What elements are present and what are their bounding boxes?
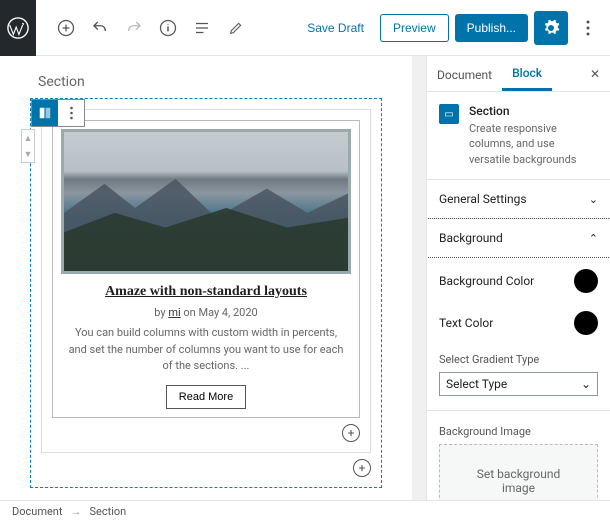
block-mover[interactable]: ▲ ▼ [21, 129, 35, 163]
plus-circle-icon: + [342, 424, 360, 442]
read-more-button[interactable]: Read More [166, 385, 246, 409]
post-card: Amaze with non-standard layouts by mi on… [52, 120, 360, 418]
block-toolbar [31, 99, 85, 127]
more-menu-button[interactable] [574, 14, 602, 42]
editor-canvas[interactable]: Section ▲ ▼ Amaze with non-standard layo… [0, 56, 412, 500]
gradient-label: Select Gradient Type [439, 353, 598, 366]
post-author-link[interactable]: mi [168, 306, 180, 319]
tab-block[interactable]: Block [502, 56, 552, 91]
move-down-icon[interactable]: ▼ [22, 146, 34, 162]
publish-button[interactable]: Publish... [455, 14, 528, 42]
post-meta: by mi on May 4, 2020 [61, 306, 351, 319]
tab-document[interactable]: Document [427, 58, 502, 90]
chevron-right-icon: → [70, 505, 81, 518]
top-toolbar: Save Draft Preview Publish... [0, 0, 610, 56]
redo-button[interactable] [120, 14, 148, 42]
section-icon: ▭ [439, 104, 459, 124]
outer-inserter[interactable]: + [41, 459, 371, 477]
block-name: Section [469, 104, 598, 118]
breadcrumb-current[interactable]: Section [89, 505, 126, 518]
settings-gear-button[interactable] [534, 11, 568, 45]
info-button[interactable] [154, 14, 182, 42]
inner-column[interactable]: Amaze with non-standard layouts by mi on… [41, 109, 371, 453]
edit-button[interactable] [222, 14, 250, 42]
bg-image-label: Background Image [439, 425, 598, 438]
post-excerpt: You can build columns with custom width … [61, 325, 351, 375]
section-block[interactable]: ▲ ▼ Amaze with non-standard layouts by m… [30, 98, 382, 488]
accordion-background[interactable]: Background ⌃ [426, 218, 610, 258]
outline-button[interactable] [188, 14, 216, 42]
add-block-button[interactable] [52, 14, 80, 42]
chevron-down-icon: ⌄ [589, 193, 598, 206]
post-title[interactable]: Amaze with non-standard layouts [61, 284, 351, 300]
block-description-panel: ▭ Section Create responsive columns, and… [427, 92, 610, 180]
plus-circle-icon: + [353, 459, 371, 477]
color-swatch[interactable] [574, 269, 598, 293]
chevron-up-icon: ⌃ [589, 232, 598, 245]
wp-logo[interactable] [0, 0, 36, 56]
move-up-icon[interactable]: ▲ [22, 130, 34, 146]
chevron-down-icon: ⌄ [581, 377, 591, 391]
gradient-select[interactable]: Select Type ⌄ [439, 372, 598, 396]
block-type-icon[interactable] [32, 100, 58, 126]
post-date: May 4, 2020 [198, 306, 257, 319]
block-breadcrumb: Document → Section [0, 500, 610, 521]
undo-button[interactable] [86, 14, 114, 42]
save-draft-button[interactable]: Save Draft [297, 15, 374, 41]
background-panel-body: Background Color Text Color Select Gradi… [427, 257, 610, 500]
color-swatch[interactable] [574, 311, 598, 335]
close-sidebar-button[interactable]: ✕ [580, 59, 610, 89]
preview-button[interactable]: Preview [380, 14, 449, 42]
block-desc: Create responsive columns, and use versa… [469, 121, 598, 167]
text-color-control[interactable]: Text Color [439, 311, 598, 335]
sidebar-tabs: Document Block ✕ [427, 56, 610, 92]
background-color-control[interactable]: Background Color [439, 269, 598, 293]
settings-sidebar: Document Block ✕ ▭ Section Create respon… [426, 56, 610, 500]
inner-inserter[interactable]: + [52, 424, 360, 442]
block-more-button[interactable] [58, 100, 84, 126]
block-type-label: Section [30, 74, 382, 90]
accordion-general-settings[interactable]: General Settings ⌄ [427, 180, 610, 219]
set-background-image-button[interactable]: Set background image [439, 444, 598, 500]
editor-scrollbar[interactable] [412, 56, 426, 500]
post-image [61, 129, 351, 274]
divider [427, 410, 610, 411]
breadcrumb-root[interactable]: Document [12, 505, 62, 518]
